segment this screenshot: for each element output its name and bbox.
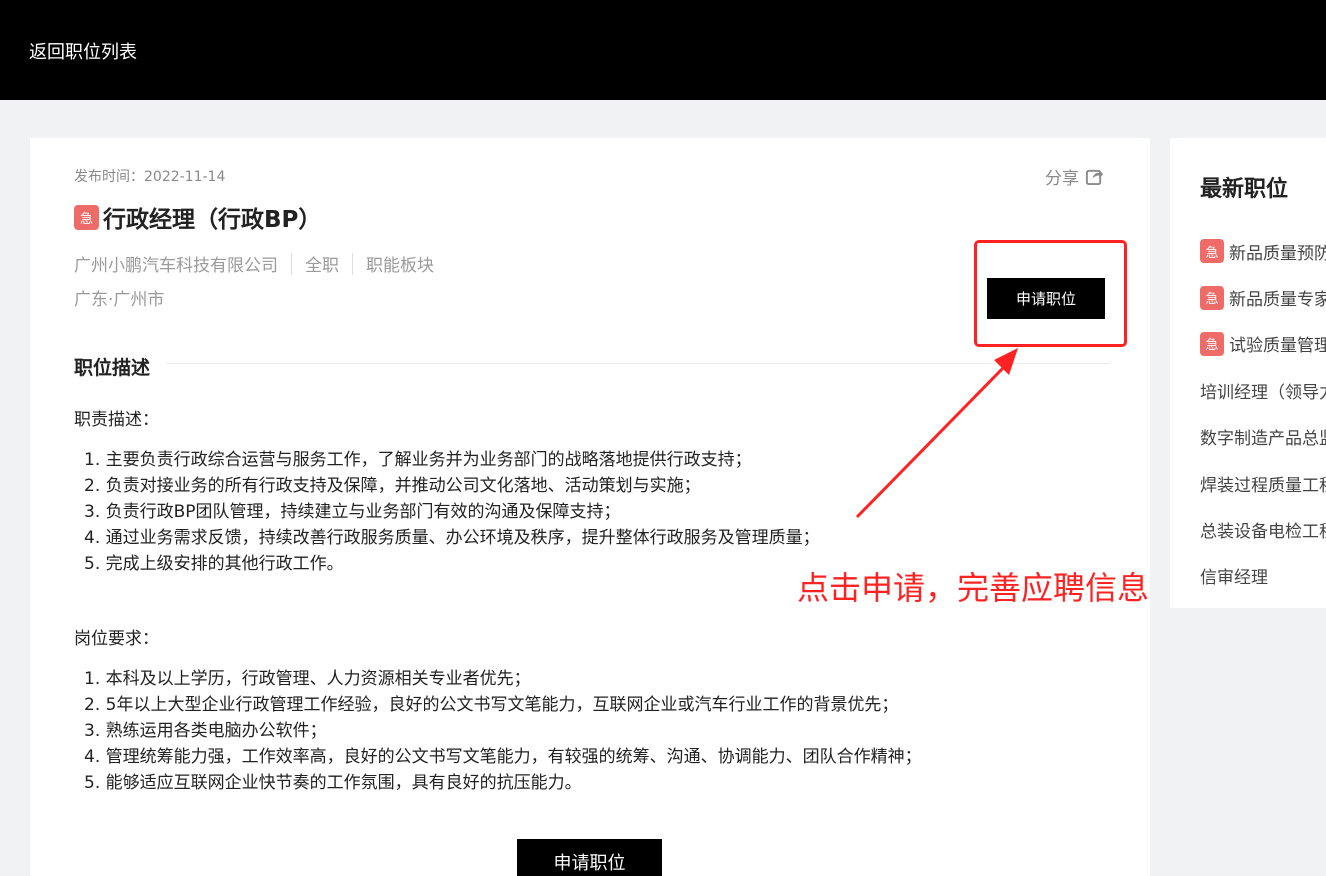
duty-item: 3. 负责行政BP团队管理，持续建立与业务部门有效的沟通及保障支持； [84,502,621,522]
apply-job-button[interactable]: 申请职位 [987,278,1105,319]
share-button[interactable]: 分享 [1045,164,1104,189]
latest-job-item[interactable]: 急 新品质量专家 [1200,274,1326,320]
company-name: 广州小鹏汽车科技有限公司 [74,256,278,276]
latest-job-item[interactable]: 信审经理 [1200,553,1326,599]
latest-job-item[interactable]: 焊装过程质量工程 [1200,460,1326,506]
back-to-job-list-link[interactable]: 返回职位列表 [29,38,137,64]
job-type: 全职 [305,256,339,276]
requirements-list: 1. 本科及以上学历，行政管理、人力资源相关专业者优先； 2. 5年以上大型企业… [84,666,922,796]
share-icon [1085,169,1104,186]
requirement-item: 2. 5年以上大型企业行政管理工作经验，良好的公文书写文笔能力，互联网企业或汽车… [84,695,899,715]
publish-time: 发布时间：2022-11-14 [74,169,226,185]
urgent-badge: 急 [1200,239,1224,264]
latest-job-item[interactable]: 总装设备电检工程 [1200,506,1326,552]
section-title-job-description: 职位描述 [74,357,151,379]
urgent-badge: 急 [74,204,99,230]
requirement-item: 4. 管理统筹能力强，工作效率高，良好的公文书写文笔能力，有较强的统筹、沟通、协… [84,747,922,767]
latest-job-item[interactable]: 急 试验质量管理 [1200,321,1326,367]
share-label: 分享 [1045,169,1079,189]
meta-divider [352,252,353,275]
latest-job-label: 新品质量预防 [1229,243,1326,264]
duty-item: 5. 完成上级安排的其他行政工作。 [84,554,344,574]
top-bar: 返回职位列表 [0,0,1326,100]
job-location: 广东·广州市 [74,290,165,310]
requirement-item: 3. 熟练运用各类电脑办公软件； [84,721,327,741]
section-divider [166,363,1110,364]
requirements-heading: 岗位要求： [74,629,159,649]
latest-job-label: 信审经理 [1200,568,1268,589]
latest-job-label: 培训经理（领导力 [1200,382,1326,403]
sidebar-title: 最新职位 [1200,177,1289,202]
latest-job-item[interactable]: 培训经理（领导力 [1200,367,1326,413]
job-title-row: 急 行政经理（行政BP） [74,200,321,234]
latest-job-label: 新品质量专家 [1229,290,1326,311]
latest-jobs-sidebar: 最新职位 急 新品质量预防 急 新品质量专家 急 试验质量管理 培训经理（领导力… [1170,138,1326,608]
job-meta: 广州小鹏汽车科技有限公司 全职 职能板块 [74,251,434,276]
duties-heading: 职责描述： [74,410,159,430]
apply-job-bottom-button[interactable]: 申请职位 [517,839,662,876]
latest-job-label: 数字制造产品总监 [1200,429,1326,450]
urgent-badge: 急 [1200,285,1224,310]
latest-job-label: 焊装过程质量工程 [1200,475,1326,496]
requirement-item: 5. 能够适应互联网企业快节奏的工作氛围，具有良好的抗压能力。 [84,773,582,793]
latest-job-label: 总装设备电检工程 [1200,522,1326,543]
latest-jobs-list: 急 新品质量预防 急 新品质量专家 急 试验质量管理 培训经理（领导力 数字制造… [1200,228,1326,599]
duty-item: 1. 主要负责行政综合运营与服务工作，了解业务并为业务部门的战略落地提供行政支持… [84,450,752,470]
job-title: 行政经理（行政BP） [103,207,322,233]
job-detail-card: 发布时间：2022-11-14 分享 急 行政经理（行政BP） 广州小鹏汽车科技… [30,138,1150,876]
duty-item: 4. 通过业务需求反馈，持续改善行政服务质量、办公环境及秩序，提升整体行政服务及… [84,528,820,548]
latest-job-item[interactable]: 数字制造产品总监 [1200,414,1326,460]
duties-list: 1. 主要负责行政综合运营与服务工作，了解业务并为业务部门的战略落地提供行政支持… [84,447,820,577]
requirement-item: 1. 本科及以上学历，行政管理、人力资源相关专业者优先； [84,669,531,689]
duty-item: 2. 负责对接业务的所有行政支持及保障，并推动公司文化落地、活动策划与实施； [84,476,701,496]
job-category: 职能板块 [366,256,434,276]
urgent-badge: 急 [1200,331,1224,356]
annotation-text: 点击申请，完善应聘信息 [797,569,1150,607]
latest-job-label: 试验质量管理 [1229,336,1326,357]
meta-divider [291,252,292,275]
latest-job-item[interactable]: 急 新品质量预防 [1200,228,1326,274]
